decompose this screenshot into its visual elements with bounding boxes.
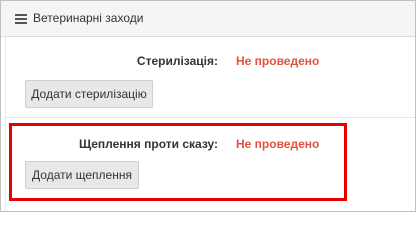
list-icon <box>15 14 27 24</box>
section-divider <box>5 117 415 118</box>
add-sterilization-button[interactable]: Додати стерилізацію <box>25 80 153 108</box>
veterinary-measures-panel: Ветеринарні заходи Стерилізація: Не пров… <box>0 0 416 212</box>
rabies-vaccination-status: Не проведено <box>236 137 320 151</box>
sterilization-status: Не проведено <box>236 54 320 68</box>
rabies-vaccination-label: Щеплення проти сказу: <box>79 137 218 151</box>
panel-header: Ветеринарні заходи <box>1 1 415 37</box>
sterilization-label: Стерилізація: <box>136 54 218 68</box>
add-vaccination-button[interactable]: Додати щеплення <box>25 161 139 189</box>
panel-title: Ветеринарні заходи <box>33 11 144 25</box>
panel-left-border <box>5 37 6 211</box>
